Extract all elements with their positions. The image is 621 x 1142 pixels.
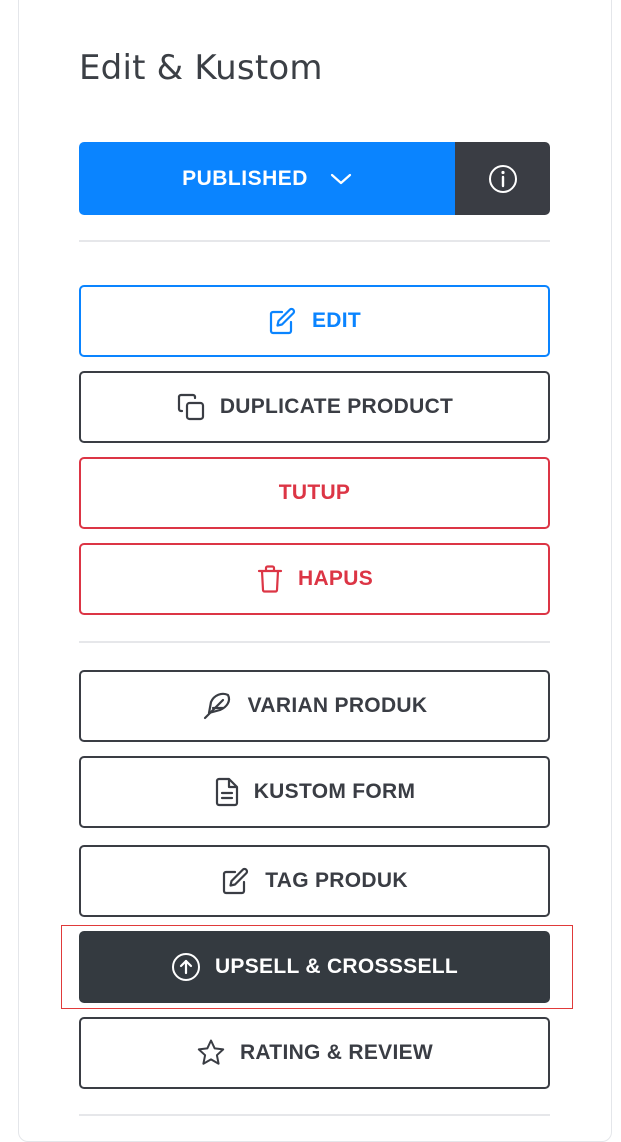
feather-icon bbox=[202, 691, 234, 721]
highlight-box bbox=[61, 925, 573, 1009]
chevron-down-icon bbox=[330, 173, 352, 184]
delete-button[interactable]: HAPUS bbox=[79, 543, 550, 615]
info-circle-icon bbox=[488, 164, 517, 193]
status-label: PUBLISHED bbox=[182, 166, 308, 190]
edit-button[interactable]: EDIT bbox=[79, 285, 550, 357]
section-divider bbox=[79, 240, 550, 242]
section-divider bbox=[79, 641, 550, 643]
file-text-icon bbox=[214, 777, 240, 807]
status-dropdown-button[interactable]: PUBLISHED bbox=[79, 142, 455, 215]
duplicate-product-label: DUPLICATE PRODUCT bbox=[219, 395, 454, 418]
panel-title: Edit & Kustom bbox=[79, 48, 323, 88]
close-product-button[interactable]: TUTUP bbox=[79, 457, 550, 529]
delete-button-label: HAPUS bbox=[297, 567, 373, 590]
product-tag-button[interactable]: TAG PRODUK bbox=[79, 845, 550, 917]
custom-form-button[interactable]: KUSTOM FORM bbox=[79, 756, 550, 828]
edit-button-label: EDIT bbox=[311, 309, 362, 332]
edit-icon bbox=[268, 307, 298, 335]
product-tag-label: TAG PRODUK bbox=[265, 869, 408, 892]
duplicate-product-button[interactable]: DUPLICATE PRODUCT bbox=[79, 371, 550, 443]
rating-review-button[interactable]: RATING & REVIEW bbox=[79, 1017, 550, 1089]
edit-icon bbox=[221, 867, 251, 895]
copy-icon bbox=[176, 392, 206, 422]
rating-review-label: RATING & REVIEW bbox=[239, 1041, 434, 1064]
star-icon bbox=[196, 1038, 226, 1068]
custom-form-label: KUSTOM FORM bbox=[253, 780, 416, 803]
status-button-group: PUBLISHED bbox=[79, 142, 550, 215]
close-product-label: TUTUP bbox=[278, 481, 351, 504]
product-variant-label: VARIAN PRODUK bbox=[247, 694, 428, 717]
info-button[interactable] bbox=[455, 142, 550, 215]
product-variant-button[interactable]: VARIAN PRODUK bbox=[79, 670, 550, 742]
section-divider bbox=[79, 1114, 550, 1116]
trash-icon bbox=[256, 564, 284, 594]
